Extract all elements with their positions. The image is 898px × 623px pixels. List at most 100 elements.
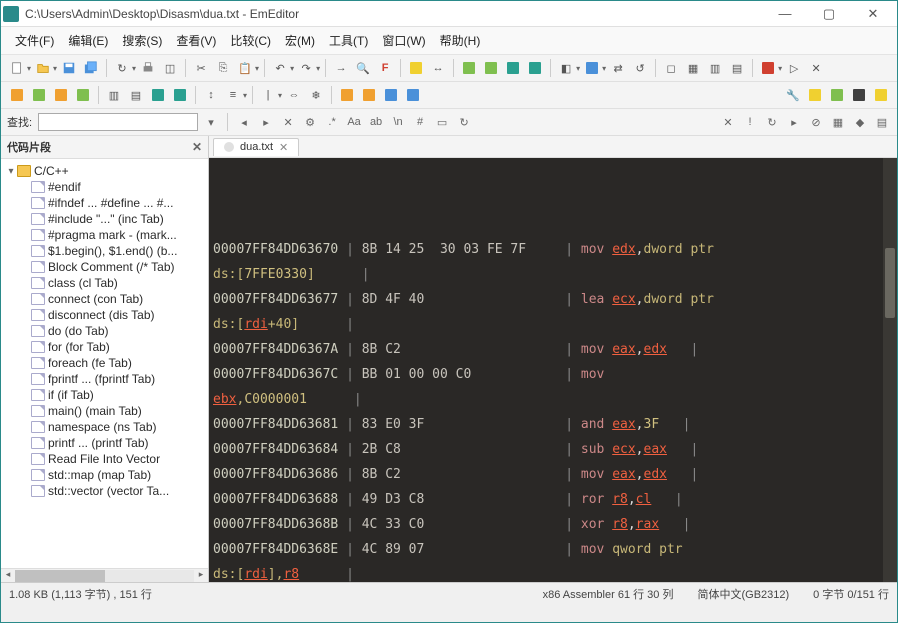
webprev-button[interactable] [827,85,847,105]
tree-item[interactable]: #pragma mark - (mark... [3,227,206,243]
selonly-button[interactable]: ▭ [433,113,451,131]
tree-item[interactable]: main() (main Tab) [3,403,206,419]
filter-extract-button[interactable]: ▤ [873,113,891,131]
extract-button[interactable] [381,85,401,105]
sidebar-close-icon[interactable]: ✕ [192,140,202,154]
wrap-col-button[interactable] [503,58,523,78]
header-toggle-button[interactable]: ▤ [126,85,146,105]
dropdown-icon[interactable]: ▾ [576,64,580,73]
filter-close-button[interactable]: ✕ [719,113,737,131]
bookmark-button[interactable]: ◻ [661,58,681,78]
outline-button[interactable] [525,58,545,78]
wrap-none-button[interactable] [406,58,426,78]
tree-item[interactable]: Read File Into Vector [3,451,206,467]
wordcount-button[interactable] [871,85,891,105]
tree-item[interactable]: do (do Tab) [3,323,206,339]
menu-compare[interactable]: 比较(C) [224,30,277,51]
dropdown-icon[interactable]: ▾ [53,64,57,73]
header-button[interactable]: ▤ [727,58,747,78]
close-search-button[interactable]: ✕ [279,113,297,131]
grid-button[interactable]: ▦ [683,58,703,78]
menu-edit[interactable]: 编辑(E) [62,30,114,51]
maximize-button[interactable]: ▢ [807,2,851,26]
cut-button[interactable]: ✂ [191,58,211,78]
tree-folder-cpp[interactable]: ▾ C/C++ [3,163,206,179]
search-dropdown[interactable]: ▾ [202,113,220,131]
close-button[interactable]: ✕ [851,2,895,26]
align-button[interactable]: ≡ [223,85,243,105]
tree-item[interactable]: $1.begin(), $1.end() (b... [3,243,206,259]
menu-search[interactable]: 搜索(S) [116,30,168,51]
dropdown-icon[interactable]: ▾ [278,91,282,100]
adjust-button[interactable]: ⇔ [284,85,304,105]
menu-view[interactable]: 查看(V) [170,30,222,51]
menu-macro[interactable]: 宏(M) [279,30,321,51]
code-area[interactable]: 00007FF84DD63670 | 8B 14 25 30 03 FE 7F … [209,158,897,582]
filter-abort-button[interactable]: ⊘ [807,113,825,131]
goto-button[interactable]: → [331,58,351,78]
tree-item[interactable]: std::vector (vector Ta... [3,483,206,499]
tree-item[interactable]: #endif [3,179,206,195]
tree-item[interactable]: #include "..." (inc Tab) [3,211,206,227]
tsv-button[interactable] [29,85,49,105]
dropdown-icon[interactable]: ▾ [778,64,782,73]
play-button[interactable]: ▷ [784,58,804,78]
case-button[interactable]: Aa [345,113,363,131]
compare-button[interactable] [582,58,602,78]
reload-button[interactable]: ↻ [112,58,132,78]
tree-item[interactable]: disconnect (dis Tab) [3,307,206,323]
dropdown-icon[interactable]: ▾ [132,64,136,73]
explorer-button[interactable] [849,85,869,105]
tree-item[interactable]: std::map (map Tab) [3,467,206,483]
spellcheck-button[interactable]: F [375,58,395,78]
tree-item[interactable]: fprintf ... (fprintf Tab) [3,371,206,387]
stop-button[interactable]: ✕ [806,58,826,78]
dropdown-icon[interactable]: ▾ [255,64,259,73]
join-button[interactable] [359,85,379,105]
fixed-button[interactable] [73,85,93,105]
filter-button[interactable] [337,85,357,105]
cell-button[interactable]: ▥ [705,58,725,78]
find-next-button[interactable]: ▸ [257,113,275,131]
copy-button[interactable]: ⎘ [213,58,233,78]
new-button[interactable] [7,58,27,78]
scroll-left-icon[interactable]: ◂ [1,569,15,583]
col-sep-button[interactable]: | [258,85,278,105]
dropdown-icon[interactable]: ▾ [602,64,606,73]
escape-button[interactable]: \n [389,113,407,131]
filter-bookmark-button[interactable]: ◆ [851,113,869,131]
csv-button[interactable] [7,85,27,105]
dropdown-icon[interactable]: ▾ [243,91,247,100]
regex-button[interactable]: .* [323,113,341,131]
pivot-button[interactable] [403,85,423,105]
ruler-button[interactable]: ↔ [428,58,448,78]
filter-neg-button[interactable]: ! [741,113,759,131]
tree-item[interactable]: printf ... (printf Tab) [3,435,206,451]
wrap-window-button[interactable] [459,58,479,78]
tools-button[interactable]: 🔧 [783,85,803,105]
tree-item[interactable]: for (for Tab) [3,339,206,355]
filter-block-button[interactable]: ▦ [829,113,847,131]
numrange-button[interactable]: # [411,113,429,131]
paste-button[interactable]: 📋 [235,58,255,78]
tree-item[interactable]: #ifndef ... #define ... #... [3,195,206,211]
column-button[interactable]: ▥ [104,85,124,105]
tree-item[interactable]: if (if Tab) [3,387,206,403]
snippet-tree[interactable]: ▾ C/C++ #endif#ifndef ... #define ... #.… [1,159,208,568]
dropdown-icon[interactable]: ▾ [27,64,31,73]
reset-button[interactable]: ↺ [630,58,650,78]
find-options-button[interactable]: ⚙ [301,113,319,131]
tree-item[interactable]: Block Comment (/* Tab) [3,259,206,275]
scroll-thumb[interactable] [15,570,105,582]
expand-icon[interactable]: ▾ [5,166,17,177]
save-button[interactable] [59,58,79,78]
minimize-button[interactable]: — [763,2,807,26]
filter-inc-button[interactable]: ▸ [785,113,803,131]
editor-vscroll[interactable] [883,158,897,582]
col-header-button[interactable] [170,85,190,105]
tree-item[interactable]: class (cl Tab) [3,275,206,291]
tree-item[interactable]: namespace (ns Tab) [3,419,206,435]
record-button[interactable] [758,58,778,78]
save-all-button[interactable] [81,58,101,78]
menu-file[interactable]: 文件(F) [9,30,60,51]
